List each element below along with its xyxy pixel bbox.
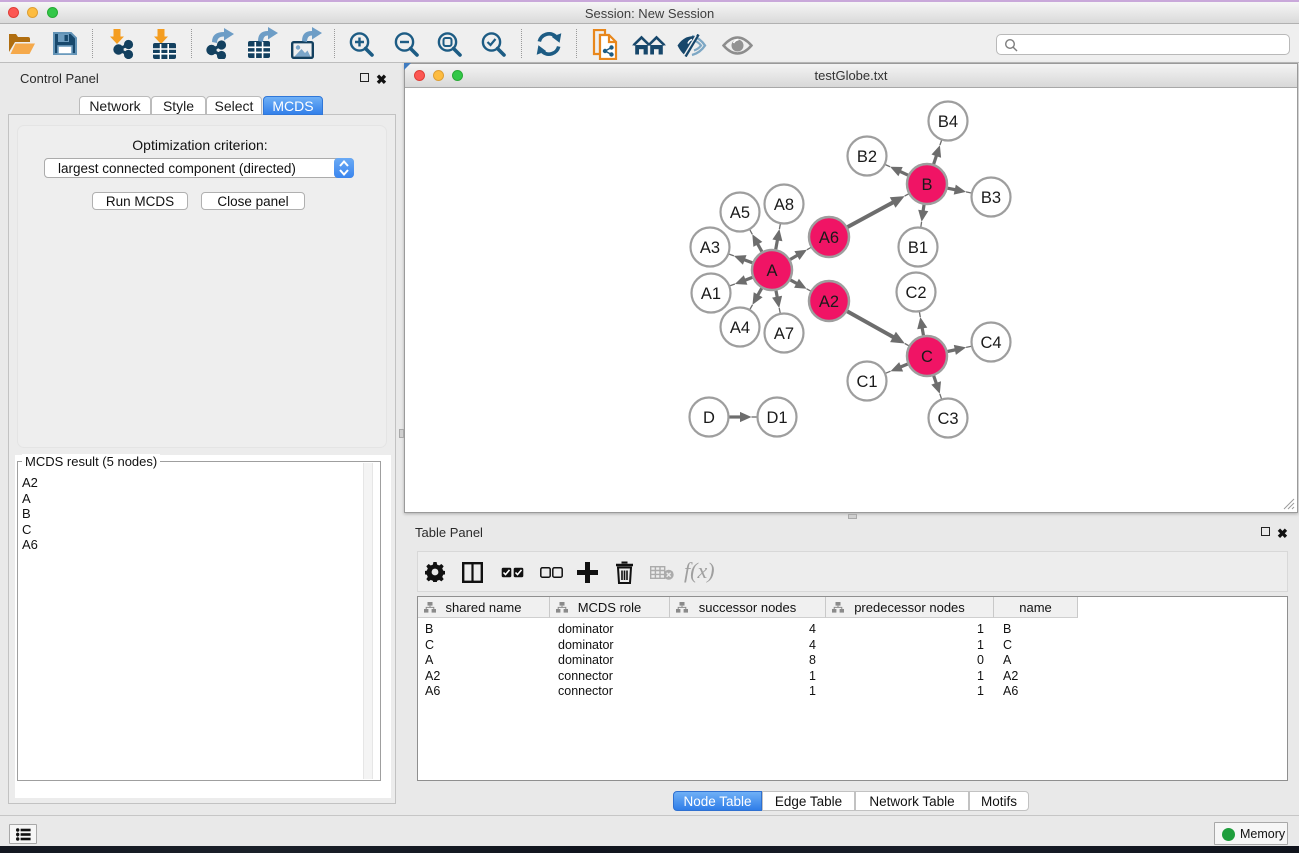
svg-text:D: D <box>703 409 715 427</box>
svg-text:A4: A4 <box>730 319 750 337</box>
svg-text:C: C <box>921 348 933 366</box>
svg-text:D1: D1 <box>766 409 787 427</box>
svg-text:A5: A5 <box>730 204 750 222</box>
svg-text:A7: A7 <box>774 325 794 343</box>
svg-text:A: A <box>766 262 777 280</box>
svg-text:A2: A2 <box>819 293 839 311</box>
svg-text:A1: A1 <box>701 285 721 303</box>
svg-text:C3: C3 <box>937 410 958 428</box>
svg-text:A8: A8 <box>774 196 794 214</box>
svg-text:B1: B1 <box>908 239 928 257</box>
svg-text:A6: A6 <box>819 229 839 247</box>
svg-text:A3: A3 <box>700 239 720 257</box>
svg-text:C2: C2 <box>905 284 926 302</box>
svg-text:C4: C4 <box>980 334 1001 352</box>
svg-text:C1: C1 <box>856 373 877 391</box>
svg-text:B: B <box>921 176 932 194</box>
svg-text:B3: B3 <box>981 189 1001 207</box>
svg-text:B2: B2 <box>857 148 877 166</box>
svg-text:B4: B4 <box>938 113 958 131</box>
